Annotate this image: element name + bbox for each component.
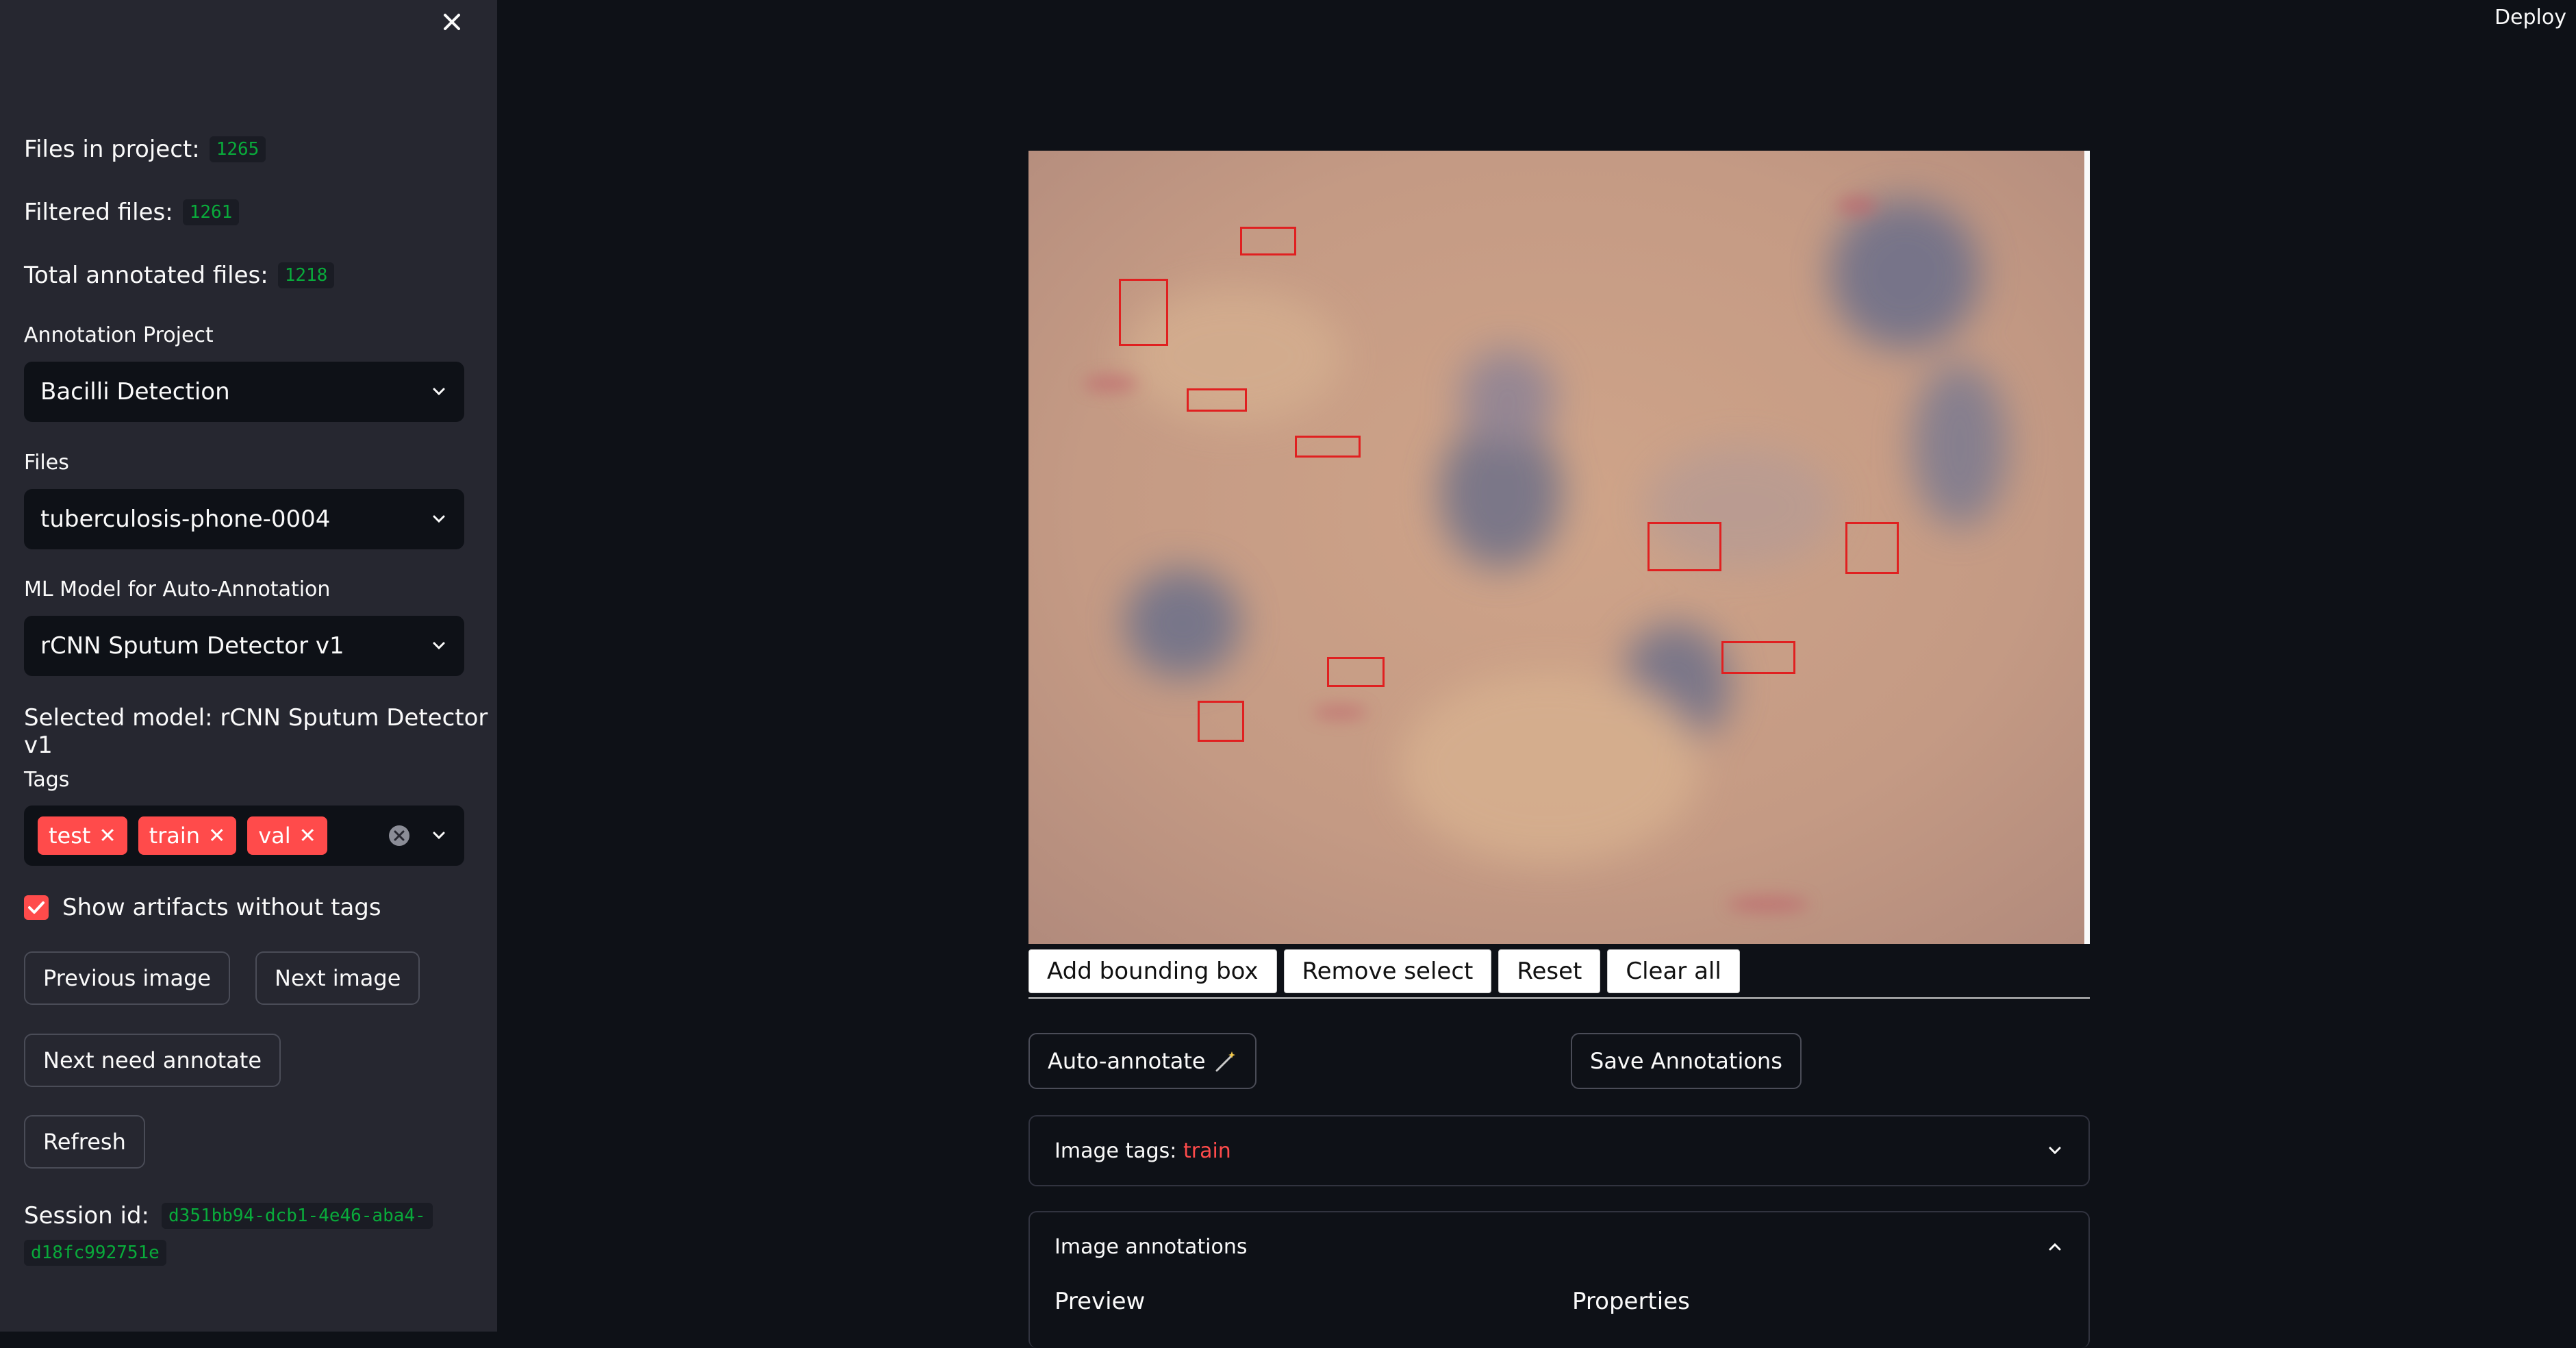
chevron-down-icon[interactable] bbox=[430, 827, 448, 845]
image-tags-title: Image tags: train bbox=[1055, 1139, 2046, 1163]
model-label: ML Model for Auto-Annotation bbox=[24, 577, 331, 601]
files-select-value: tuberculosis-phone-0004 bbox=[40, 506, 331, 533]
session-id-value-part1: d351bb94-dcb1-4e46-aba4- bbox=[162, 1203, 433, 1229]
save-annotations-button[interactable]: Save Annotations bbox=[1571, 1033, 1802, 1089]
next-image-button[interactable]: Next image bbox=[255, 951, 420, 1005]
add-bounding-box-button[interactable]: Add bounding box bbox=[1028, 949, 1277, 993]
session-id-continued: d18fc992751e bbox=[24, 1240, 166, 1266]
files-label: Files bbox=[24, 451, 69, 475]
tag-chip-val: val ✕ bbox=[247, 816, 327, 855]
image-tags-expander[interactable]: Image tags: train bbox=[1028, 1115, 2090, 1186]
tag-chip-label: val bbox=[258, 823, 291, 849]
close-sidebar-icon[interactable] bbox=[438, 8, 466, 36]
files-in-project-label: Files in project: bbox=[24, 136, 200, 163]
chevron-down-icon bbox=[2049, 1147, 2061, 1155]
project-select[interactable]: Bacilli Detection bbox=[24, 362, 464, 422]
tags-list: test ✕ train ✕ val ✕ bbox=[38, 816, 388, 855]
microscopy-image bbox=[1028, 151, 2090, 944]
auto-annotate-label: Auto-annotate bbox=[1048, 1048, 1206, 1074]
tags-multiselect[interactable]: test ✕ train ✕ val ✕ bbox=[24, 806, 464, 866]
clear-all-tags-icon[interactable] bbox=[388, 824, 411, 847]
files-in-project-count: 1265 bbox=[209, 136, 266, 162]
bounding-box[interactable] bbox=[1647, 522, 1721, 571]
annotation-canvas[interactable] bbox=[1028, 151, 2090, 944]
canvas-toolbar: Add bounding box Remove select Reset Cle… bbox=[1028, 949, 2090, 999]
checkbox-checked-icon[interactable] bbox=[24, 895, 49, 920]
bounding-box[interactable] bbox=[1198, 701, 1244, 742]
filtered-files-label: Filtered files: bbox=[24, 199, 173, 226]
tag-chip-label: train bbox=[149, 823, 201, 849]
files-select[interactable]: tuberculosis-phone-0004 bbox=[24, 489, 464, 549]
tags-label: Tags bbox=[24, 768, 70, 792]
session-id: Session id: d351bb94-dcb1-4e46-aba4- bbox=[24, 1202, 433, 1230]
bounding-box[interactable] bbox=[1295, 436, 1361, 458]
deploy-button[interactable]: Deploy bbox=[2495, 5, 2566, 29]
selected-model-text: Selected model: rCNN Sputum Detector v1 bbox=[24, 704, 488, 759]
image-annotations-expander[interactable]: Image annotations Preview Properties bbox=[1028, 1211, 2090, 1348]
chevron-up-icon bbox=[2049, 1243, 2061, 1251]
image-tags-header[interactable]: Image tags: train bbox=[1030, 1116, 2088, 1185]
tag-chip-test: test ✕ bbox=[38, 816, 127, 855]
filtered-files: Filtered files: 1261 bbox=[24, 199, 240, 226]
bounding-box[interactable] bbox=[1327, 657, 1385, 687]
remove-tag-icon[interactable]: ✕ bbox=[299, 824, 316, 848]
bounding-box[interactable] bbox=[1187, 388, 1247, 412]
total-annotated-count: 1218 bbox=[277, 262, 335, 288]
clear-all-button[interactable]: Clear all bbox=[1607, 949, 1740, 993]
image-tags-label: Image tags: bbox=[1055, 1138, 1177, 1163]
tag-chip-train: train ✕ bbox=[138, 816, 237, 855]
bounding-box[interactable] bbox=[1119, 279, 1168, 346]
preview-header: Preview bbox=[1055, 1288, 1146, 1315]
remove-select-button[interactable]: Remove select bbox=[1283, 949, 1492, 993]
remove-tag-icon[interactable]: ✕ bbox=[99, 824, 116, 848]
filtered-files-count: 1261 bbox=[182, 199, 240, 225]
show-artifacts-label: Show artifacts without tags bbox=[62, 894, 381, 921]
magic-wand-icon bbox=[1215, 1051, 1235, 1072]
remove-tag-icon[interactable]: ✕ bbox=[208, 824, 225, 848]
show-artifacts-checkbox[interactable]: Show artifacts without tags bbox=[24, 894, 381, 921]
total-annotated: Total annotated files: 1218 bbox=[24, 262, 335, 289]
refresh-button[interactable]: Refresh bbox=[24, 1115, 145, 1169]
chevron-down-icon bbox=[433, 642, 445, 650]
session-id-value-part2: d18fc992751e bbox=[24, 1240, 166, 1266]
canvas-edge bbox=[2084, 151, 2090, 944]
bounding-box[interactable] bbox=[1845, 522, 1899, 574]
files-in-project: Files in project: 1265 bbox=[24, 136, 266, 163]
next-need-annotate-button[interactable]: Next need annotate bbox=[24, 1034, 281, 1087]
chevron-down-icon bbox=[433, 515, 445, 523]
sidebar: Files in project: 1265 Filtered files: 1… bbox=[0, 0, 497, 1332]
image-annotations-title: Image annotations bbox=[1055, 1234, 1248, 1259]
bounding-box[interactable] bbox=[1240, 227, 1296, 255]
bounding-box[interactable] bbox=[1721, 641, 1795, 674]
project-label: Annotation Project bbox=[24, 323, 214, 347]
project-select-value: Bacilli Detection bbox=[40, 378, 230, 405]
auto-annotate-button[interactable]: Auto-annotate bbox=[1028, 1033, 1257, 1089]
chevron-down-icon bbox=[433, 388, 445, 396]
image-annotations-header[interactable]: Image annotations bbox=[1030, 1212, 2088, 1281]
session-id-label: Session id: bbox=[24, 1202, 150, 1230]
reset-button[interactable]: Reset bbox=[1498, 949, 1601, 993]
image-tags-value: train bbox=[1183, 1138, 1231, 1163]
model-select[interactable]: rCNN Sputum Detector v1 bbox=[24, 616, 464, 676]
model-select-value: rCNN Sputum Detector v1 bbox=[40, 632, 344, 660]
properties-header: Properties bbox=[1572, 1288, 1690, 1315]
total-annotated-label: Total annotated files: bbox=[24, 262, 268, 289]
previous-image-button[interactable]: Previous image bbox=[24, 951, 231, 1005]
tag-chip-label: test bbox=[49, 823, 91, 849]
